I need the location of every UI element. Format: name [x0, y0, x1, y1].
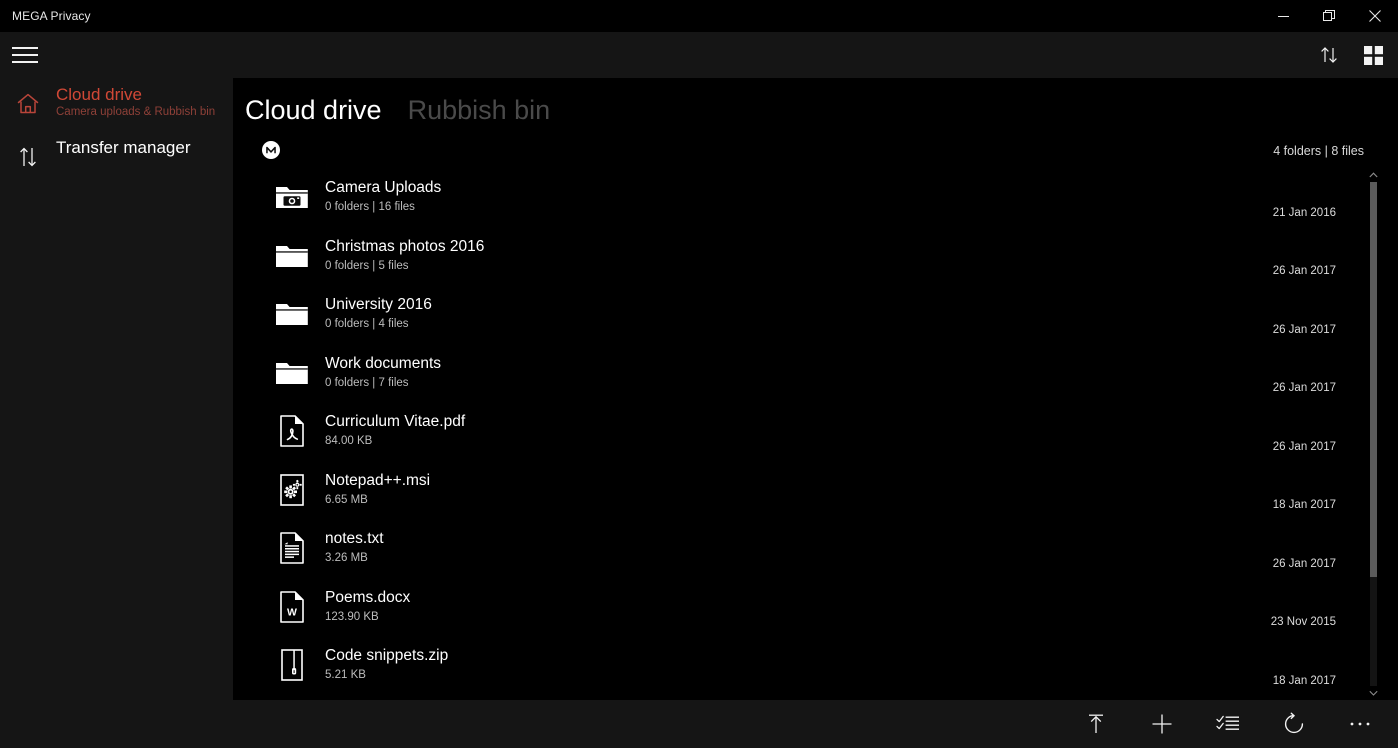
sidebar: Cloud drive Camera uploads & Rubbish bin… — [0, 78, 233, 748]
sort-button[interactable] — [1316, 42, 1342, 68]
bottom-toolbar — [0, 700, 1398, 748]
table-row[interactable]: Camera Uploads 0 folders | 16 files 21 J… — [233, 168, 1364, 227]
row-date: 26 Jan 2017 — [1272, 265, 1336, 277]
plus-icon — [1152, 714, 1172, 734]
mega-logo-glyph — [262, 141, 280, 159]
table-row[interactable]: notes.txt 3.26 MB 26 Jan 2017 — [233, 519, 1364, 578]
tab-bar: Cloud drive Rubbish bin — [233, 78, 1398, 128]
select-list-icon — [1216, 715, 1239, 730]
minimize-icon — [1277, 15, 1289, 17]
grid-view-icon — [1363, 45, 1383, 65]
row-name: University 2016 — [325, 296, 432, 314]
home-icon-glyph — [17, 93, 39, 114]
upload-icon — [1089, 714, 1103, 733]
row-date: 18 Jan 2017 — [1272, 499, 1336, 511]
row-name: Notepad++.msi — [325, 471, 431, 489]
table-row[interactable]: W Poems.docx 123.90 KB 23 Nov 2015 — [233, 578, 1364, 637]
upload-button[interactable] — [1082, 710, 1110, 738]
list-summary: 4 folders | 8 files — [1273, 144, 1364, 158]
select-button[interactable] — [1214, 710, 1242, 738]
row-date: 23 Nov 2015 — [1270, 616, 1336, 628]
sidebar-item-text: Transfer manager — [46, 136, 190, 158]
row-date: 21 Jan 2016 — [1272, 206, 1336, 219]
top-toolbar-actions — [1316, 32, 1386, 78]
hamburger-line — [12, 47, 38, 49]
sidebar-item-title: Transfer manager — [56, 138, 191, 157]
transfer-icon-glyph — [20, 147, 36, 167]
tab-cloud-drive[interactable]: Cloud drive — [245, 92, 382, 128]
mega-logo-icon[interactable] — [262, 141, 280, 159]
table-row[interactable]: Code snippets.zip 5.21 KB 18 Jan 2017 — [233, 636, 1364, 695]
file-list: Camera Uploads 0 folders | 16 files 21 J… — [233, 168, 1364, 700]
minimize-button[interactable] — [1260, 0, 1306, 32]
chevron-down-icon — [1368, 690, 1378, 696]
sort-icon — [1321, 47, 1337, 63]
more-button[interactable] — [1346, 710, 1374, 738]
restore-icon — [1323, 10, 1335, 21]
row-name: notes.txt — [325, 530, 384, 548]
bottom-toolbar-actions — [1082, 700, 1390, 748]
row-name: Code snippets.zip — [325, 647, 449, 665]
window-title: MEGA Privacy — [12, 9, 91, 23]
table-row[interactable]: Christmas photos 2016 0 folders | 5 file… — [233, 227, 1364, 286]
row-name: Camera Uploads — [325, 179, 442, 197]
top-toolbar — [0, 32, 1398, 78]
scrollbar-thumb[interactable] — [1370, 182, 1377, 577]
row-name: Poems.docx — [325, 588, 411, 606]
sidebar-item-title: Cloud drive — [56, 85, 142, 104]
transfer-icon — [10, 136, 46, 178]
row-date: 18 Jan 2017 — [1272, 674, 1336, 687]
hamburger-line — [12, 54, 38, 56]
home-icon — [10, 83, 46, 125]
sidebar-item-cloud-drive[interactable]: Cloud drive Camera uploads & Rubbish bin — [0, 83, 233, 131]
scroll-down-arrow-icon[interactable] — [1365, 686, 1381, 700]
close-button[interactable] — [1352, 0, 1398, 32]
refresh-button[interactable] — [1280, 710, 1308, 738]
row-date: 26 Jan 2017 — [1272, 557, 1336, 570]
sidebar-item-text: Cloud drive Camera uploads & Rubbish bin — [46, 83, 215, 120]
table-row[interactable]: University 2016 0 folders | 4 files 26 J… — [233, 285, 1364, 344]
view-mode-button[interactable] — [1360, 42, 1386, 68]
row-name: Work documents — [325, 354, 442, 372]
window-controls — [1260, 0, 1398, 32]
scroll-up-arrow-icon[interactable] — [1365, 168, 1381, 182]
vertical-scrollbar[interactable] — [1365, 168, 1381, 700]
restore-button[interactable] — [1306, 0, 1352, 32]
table-row[interactable]: Notepad++.msi 6.65 MB 18 Jan 2017 — [233, 461, 1364, 520]
refresh-icon — [1284, 712, 1304, 734]
add-button[interactable] — [1148, 710, 1176, 738]
more-ellipsis-icon — [1350, 722, 1370, 726]
main-content: Cloud drive Rubbish bin 4 folders | 8 fi… — [233, 78, 1398, 700]
sidebar-item-transfer-manager[interactable]: Transfer manager — [0, 136, 233, 184]
row-name: Christmas photos 2016 — [325, 237, 485, 255]
hamburger-line — [12, 61, 38, 63]
mega-desktop-app: MEGA Privacy Cloud drive Camera uploads … — [0, 0, 1398, 748]
table-row[interactable]: Curriculum Vitae.pdf 84.00 KB 26 Jan 201… — [233, 402, 1364, 461]
close-icon — [1369, 10, 1381, 22]
hamburger-menu-icon[interactable] — [10, 41, 40, 69]
chevron-up-icon — [1368, 172, 1378, 178]
sidebar-item-subtitle: Camera uploads & Rubbish bin — [56, 106, 216, 118]
row-date: 26 Jan 2017 — [1272, 440, 1336, 453]
row-date: 26 Jan 2017 — [1272, 382, 1336, 394]
title-bar: MEGA Privacy — [0, 0, 1398, 32]
row-date: 26 Jan 2017 — [1272, 323, 1336, 336]
tab-rubbish-bin[interactable]: Rubbish bin — [408, 92, 551, 128]
table-row[interactable]: Work documents 0 folders | 7 files 26 Ja… — [233, 344, 1364, 403]
row-name: Curriculum Vitae.pdf — [325, 413, 466, 431]
